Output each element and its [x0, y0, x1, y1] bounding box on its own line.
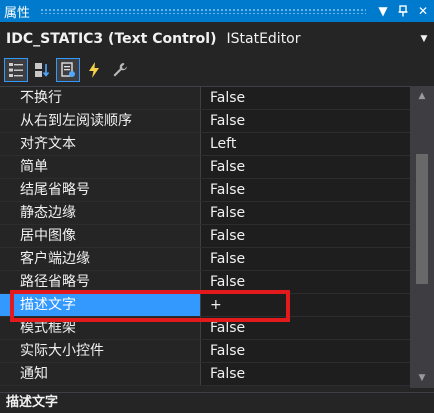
property-value[interactable]: False — [201, 156, 410, 178]
property-row[interactable]: 居中图像 False — [0, 225, 410, 248]
categorized-button[interactable] — [4, 58, 28, 82]
property-pages-button[interactable] — [108, 58, 132, 82]
property-row[interactable]: 从右到左阅读顺序 False — [0, 110, 410, 133]
property-value[interactable]: False — [201, 363, 410, 385]
property-row[interactable]: 客户端边缘 False — [0, 248, 410, 271]
property-value[interactable]: False — [201, 248, 410, 270]
property-row[interactable]: 实际大小控件 False — [0, 340, 410, 363]
property-row[interactable]: 对齐文本 Left — [0, 133, 410, 156]
property-name: 模式框架 — [0, 317, 200, 339]
property-value[interactable]: False — [201, 87, 410, 109]
property-name: 对齐文本 — [0, 133, 200, 155]
property-name: 结尾省略号 — [0, 179, 200, 201]
close-icon[interactable]: ✕ — [414, 2, 432, 20]
property-name: 静态边缘 — [0, 202, 200, 224]
property-value[interactable]: False — [201, 271, 410, 293]
vertical-scrollbar[interactable]: ▲ ▼ — [410, 86, 434, 388]
property-name: 路径省略号 — [0, 271, 200, 293]
properties-button[interactable] — [56, 58, 80, 82]
object-type: IStatEditor — [226, 31, 301, 47]
property-value[interactable]: Left — [201, 133, 410, 155]
properties-window-titlebar: 属性 ▼ ✕ — [0, 0, 434, 22]
property-row[interactable]: 模式框架 False — [0, 317, 410, 340]
property-row[interactable]: 简单 False — [0, 156, 410, 179]
property-value[interactable]: False — [201, 317, 410, 339]
property-value[interactable]: + — [201, 294, 410, 316]
pin-icon[interactable] — [394, 2, 412, 20]
property-row[interactable]: 静态边缘 False — [0, 202, 410, 225]
events-icon — [89, 62, 99, 78]
property-grid: 不换行 False 从右到左阅读顺序 False 对齐文本 Left 简单 Fa… — [0, 86, 410, 388]
property-row-selected[interactable]: 描述文字 + — [0, 294, 410, 317]
events-button[interactable] — [82, 58, 106, 82]
property-name: 从右到左阅读顺序 — [0, 110, 200, 132]
pin-icon-glyph — [398, 5, 408, 17]
property-row[interactable]: 路径省略号 False — [0, 271, 410, 294]
property-value[interactable]: False — [201, 179, 410, 201]
object-selector-dropdown-icon[interactable]: ▼ — [414, 34, 434, 44]
property-row[interactable]: 不换行 False — [0, 87, 410, 110]
properties-toolbar — [0, 56, 434, 84]
property-row[interactable]: 通知 False — [0, 363, 410, 386]
description-pane: 描述文字 — [0, 392, 434, 413]
property-name: 简单 — [0, 156, 200, 178]
alphabetical-button[interactable] — [30, 58, 54, 82]
object-name: IDC_STATIC3 (Text Control) — [6, 31, 217, 47]
scroll-down-icon[interactable]: ▼ — [410, 370, 434, 386]
scroll-up-icon[interactable]: ▲ — [410, 88, 434, 104]
property-row[interactable]: 结尾省略号 False — [0, 179, 410, 202]
categorized-icon — [9, 63, 23, 77]
scrollbar-thumb[interactable] — [416, 154, 428, 284]
property-name: 描述文字 — [0, 294, 200, 316]
description-title: 描述文字 — [6, 395, 59, 410]
property-name: 实际大小控件 — [0, 340, 200, 362]
alphabetical-icon — [35, 63, 50, 77]
property-value[interactable]: False — [201, 340, 410, 362]
titlebar-grip[interactable] — [40, 8, 366, 14]
wrench-icon — [113, 63, 127, 77]
property-name: 通知 — [0, 363, 200, 385]
object-selector[interactable]: IDC_STATIC3 (Text Control) IStatEditor ▼ — [0, 26, 434, 52]
window-position-dropdown-icon[interactable]: ▼ — [374, 2, 392, 20]
window-title: 属性 — [4, 5, 31, 21]
property-name: 不换行 — [0, 87, 200, 109]
properties-icon — [61, 62, 75, 77]
property-value[interactable]: False — [201, 110, 410, 132]
property-name: 客户端边缘 — [0, 248, 200, 270]
property-value[interactable]: False — [201, 225, 410, 247]
property-value[interactable]: False — [201, 202, 410, 224]
property-name: 居中图像 — [0, 225, 200, 247]
